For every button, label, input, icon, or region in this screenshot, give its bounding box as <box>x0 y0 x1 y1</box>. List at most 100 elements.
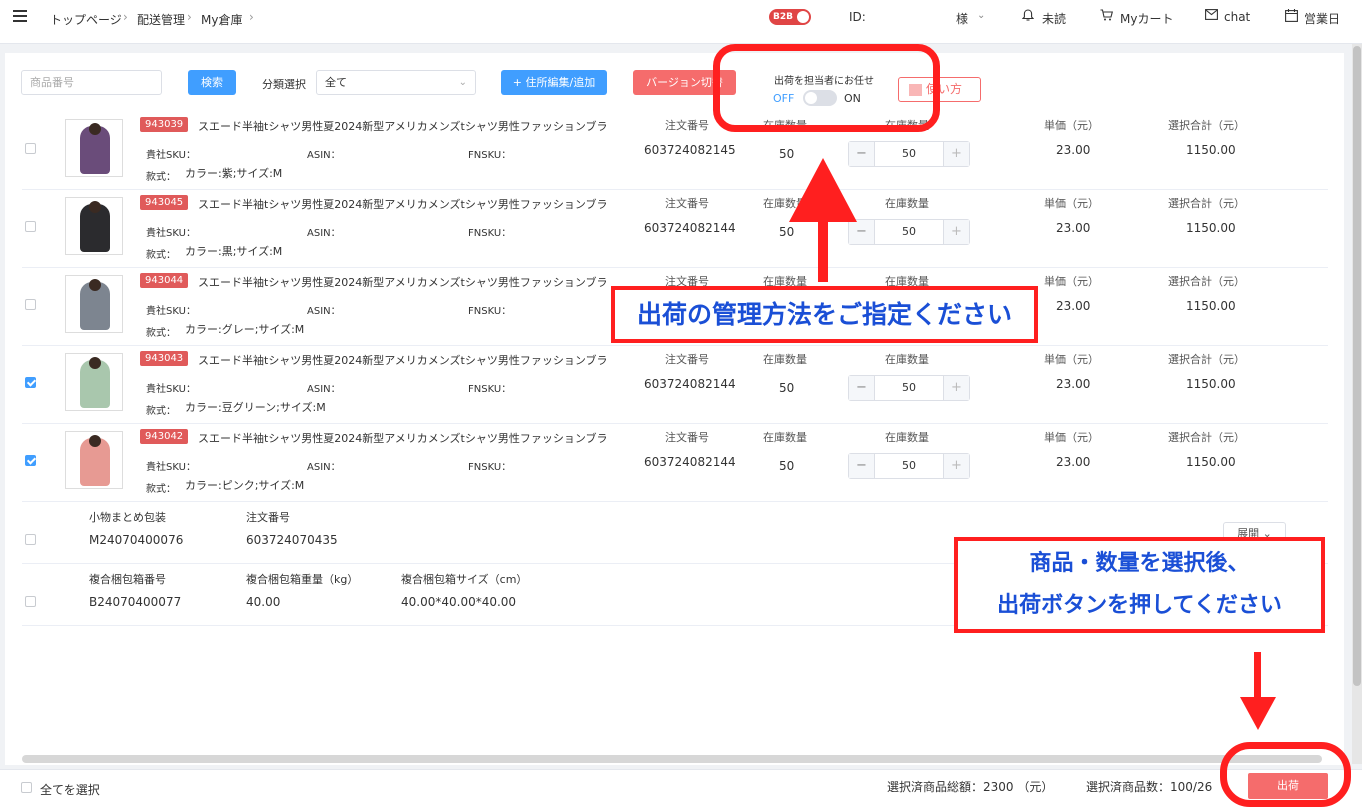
asin-label: ASIN： <box>307 228 341 239</box>
product-code-badge: 943044 <box>140 273 189 288</box>
select-all-label: 全てを選択 <box>40 783 100 797</box>
small-package-order-no: 603724070435 <box>246 533 338 547</box>
product-variant: カラー:グレー;サイズ:M <box>185 323 305 336</box>
stock-qty-header: 在庫数量 <box>763 353 807 366</box>
horizontal-scrollbar[interactable] <box>22 755 1322 763</box>
quantity-plus-button[interactable]: + <box>943 454 969 478</box>
annotation-callout-bottom-line2: 出荷ボタンを押してください <box>997 593 1282 618</box>
product-checkbox[interactable] <box>25 377 36 388</box>
fnsku-label: FNSKU： <box>468 306 512 317</box>
asin-label: ASIN： <box>307 150 341 161</box>
breadcrumb-shipping[interactable]: 配送管理 <box>137 11 185 28</box>
sku-label: 貴社SKU： <box>146 384 196 395</box>
selected-total-amount: 選択済商品総額：2300 （元） <box>887 780 1054 794</box>
order-no-value: 603724082144 <box>644 221 736 235</box>
product-image[interactable] <box>65 119 123 177</box>
product-title[interactable]: スエード半袖tシャツ男性夏2024新型アメリカメンズtシャツ男性ファッションブラ… <box>198 118 606 134</box>
subtotal-value: 1150.00 <box>1186 455 1236 469</box>
quantity-minus-button[interactable]: − <box>849 220 875 244</box>
quantity-minus-button[interactable]: − <box>849 376 875 400</box>
style-label: 款式： <box>146 250 176 261</box>
product-title[interactable]: スエード半袖tシャツ男性夏2024新型アメリカメンズtシャツ男性ファッションブラ… <box>198 352 606 368</box>
sku-label: 貴社SKU： <box>146 150 196 161</box>
quantity-stepper: −50+ <box>848 375 970 401</box>
category-select[interactable]: 全て ⌄ <box>316 70 476 95</box>
chat-link[interactable]: chat <box>1224 10 1250 24</box>
fnsku-label: FNSKU： <box>468 150 512 161</box>
stock-qty-header-2: 在庫数量 <box>885 353 929 366</box>
mail-icon <box>1205 9 1218 23</box>
cart-link[interactable]: Myカート <box>1120 10 1173 27</box>
user-dropdown-chevron-icon[interactable]: ⌄ <box>977 10 985 21</box>
product-title[interactable]: スエード半袖tシャツ男性夏2024新型アメリカメンズtシャツ男性ファッションブラ… <box>198 274 606 290</box>
small-package-checkbox[interactable] <box>25 534 36 545</box>
style-label: 款式： <box>146 172 176 183</box>
product-code-search-input[interactable] <box>21 70 162 95</box>
user-id-label: ID: <box>849 10 866 24</box>
sku-label: 貴社SKU： <box>146 306 196 317</box>
annotation-arrow-down-head <box>1240 697 1276 730</box>
product-checkbox[interactable] <box>25 455 36 466</box>
hamburger-menu-icon[interactable] <box>13 10 27 24</box>
footer-bar: 全てを選択 選択済商品総額：2300 （元） 選択済商品数：100/26 <box>0 769 1362 807</box>
order-no-header: 注文番号 <box>665 119 709 132</box>
product-variant: カラー:黒;サイズ:M <box>185 245 283 258</box>
annotation-arrow-down <box>1254 652 1261 700</box>
style-label: 款式： <box>146 406 176 417</box>
product-row: 943042 スエード半袖tシャツ男性夏2024新型アメリカメンズtシャツ男性ファ… <box>22 424 1328 502</box>
order-no-value: 603724082144 <box>644 377 736 391</box>
quantity-plus-button[interactable]: + <box>943 142 969 166</box>
unit-price-header: 単価（元） <box>1044 197 1099 210</box>
quantity-stepper: −50+ <box>848 141 970 167</box>
unit-price-value: 23.00 <box>1056 455 1091 469</box>
subtotal-value: 1150.00 <box>1186 377 1236 391</box>
combined-package-id: B24070400077 <box>89 595 182 609</box>
combined-package-checkbox[interactable] <box>25 596 36 607</box>
fnsku-label: FNSKU： <box>468 384 512 395</box>
select-all-checkbox[interactable] <box>21 782 32 793</box>
product-title[interactable]: スエード半袖tシャツ男性夏2024新型アメリカメンズtシャツ男性ファッションブラ… <box>198 430 606 446</box>
unit-price-header: 単価（元） <box>1044 431 1099 444</box>
selected-total-quantity: 選択済商品数：100/26 <box>1086 780 1213 794</box>
cart-icon <box>1100 9 1114 24</box>
search-button[interactable]: 検索 <box>188 70 236 95</box>
quantity-input[interactable]: 50 <box>875 454 943 478</box>
order-no-value: 603724082144 <box>644 455 736 469</box>
quantity-input[interactable]: 50 <box>875 220 943 244</box>
quantity-plus-button[interactable]: + <box>943 376 969 400</box>
quantity-plus-button[interactable]: + <box>943 220 969 244</box>
stock-qty-value: 50 <box>779 381 795 395</box>
quantity-minus-button[interactable]: − <box>849 454 875 478</box>
order-no-header: 注文番号 <box>665 353 709 366</box>
business-day-link[interactable]: 営業日 <box>1304 10 1340 27</box>
fnsku-label: FNSKU： <box>468 462 512 473</box>
product-image[interactable] <box>65 197 123 255</box>
category-label: 分類選択 <box>262 78 306 91</box>
product-image[interactable] <box>65 353 123 411</box>
quantity-input[interactable]: 50 <box>875 376 943 400</box>
product-checkbox[interactable] <box>25 221 36 232</box>
quantity-input[interactable]: 50 <box>875 142 943 166</box>
product-image[interactable] <box>65 431 123 489</box>
b2b-toggle[interactable]: B2B <box>769 9 811 25</box>
calendar-icon <box>1285 9 1298 25</box>
annotation-callout-bottom: 商品・数量を選択後、 出荷ボタンを押してください <box>954 537 1325 633</box>
product-checkbox[interactable] <box>25 299 36 310</box>
product-checkbox[interactable] <box>25 143 36 154</box>
category-select-value: 全て <box>325 76 347 89</box>
stock-qty-header: 在庫数量 <box>763 431 807 444</box>
unread-link[interactable]: 未読 <box>1042 10 1066 27</box>
product-row: 943043 スエード半袖tシャツ男性夏2024新型アメリカメンズtシャツ男性ファ… <box>22 346 1328 424</box>
combined-package-weight-label: 複合梱包箱重量（kg） <box>246 573 359 586</box>
product-code-badge: 943039 <box>140 117 189 132</box>
product-variant: カラー:豆グリーン;サイズ:M <box>185 401 326 414</box>
product-row: 943045 スエード半袖tシャツ男性夏2024新型アメリカメンズtシャツ男性ファ… <box>22 190 1328 268</box>
breadcrumb-top[interactable]: トップページ <box>50 11 122 28</box>
product-image[interactable] <box>65 275 123 333</box>
combined-package-label: 複合梱包箱番号 <box>89 573 166 586</box>
b2b-label: B2B <box>773 12 793 22</box>
product-title[interactable]: スエード半袖tシャツ男性夏2024新型アメリカメンズtシャツ男性ファッションブラ… <box>198 196 606 212</box>
small-package-order-label: 注文番号 <box>246 511 290 524</box>
page-scrollbar[interactable] <box>1352 44 1362 764</box>
address-edit-button[interactable]: + 住所編集/追加 <box>501 70 607 95</box>
